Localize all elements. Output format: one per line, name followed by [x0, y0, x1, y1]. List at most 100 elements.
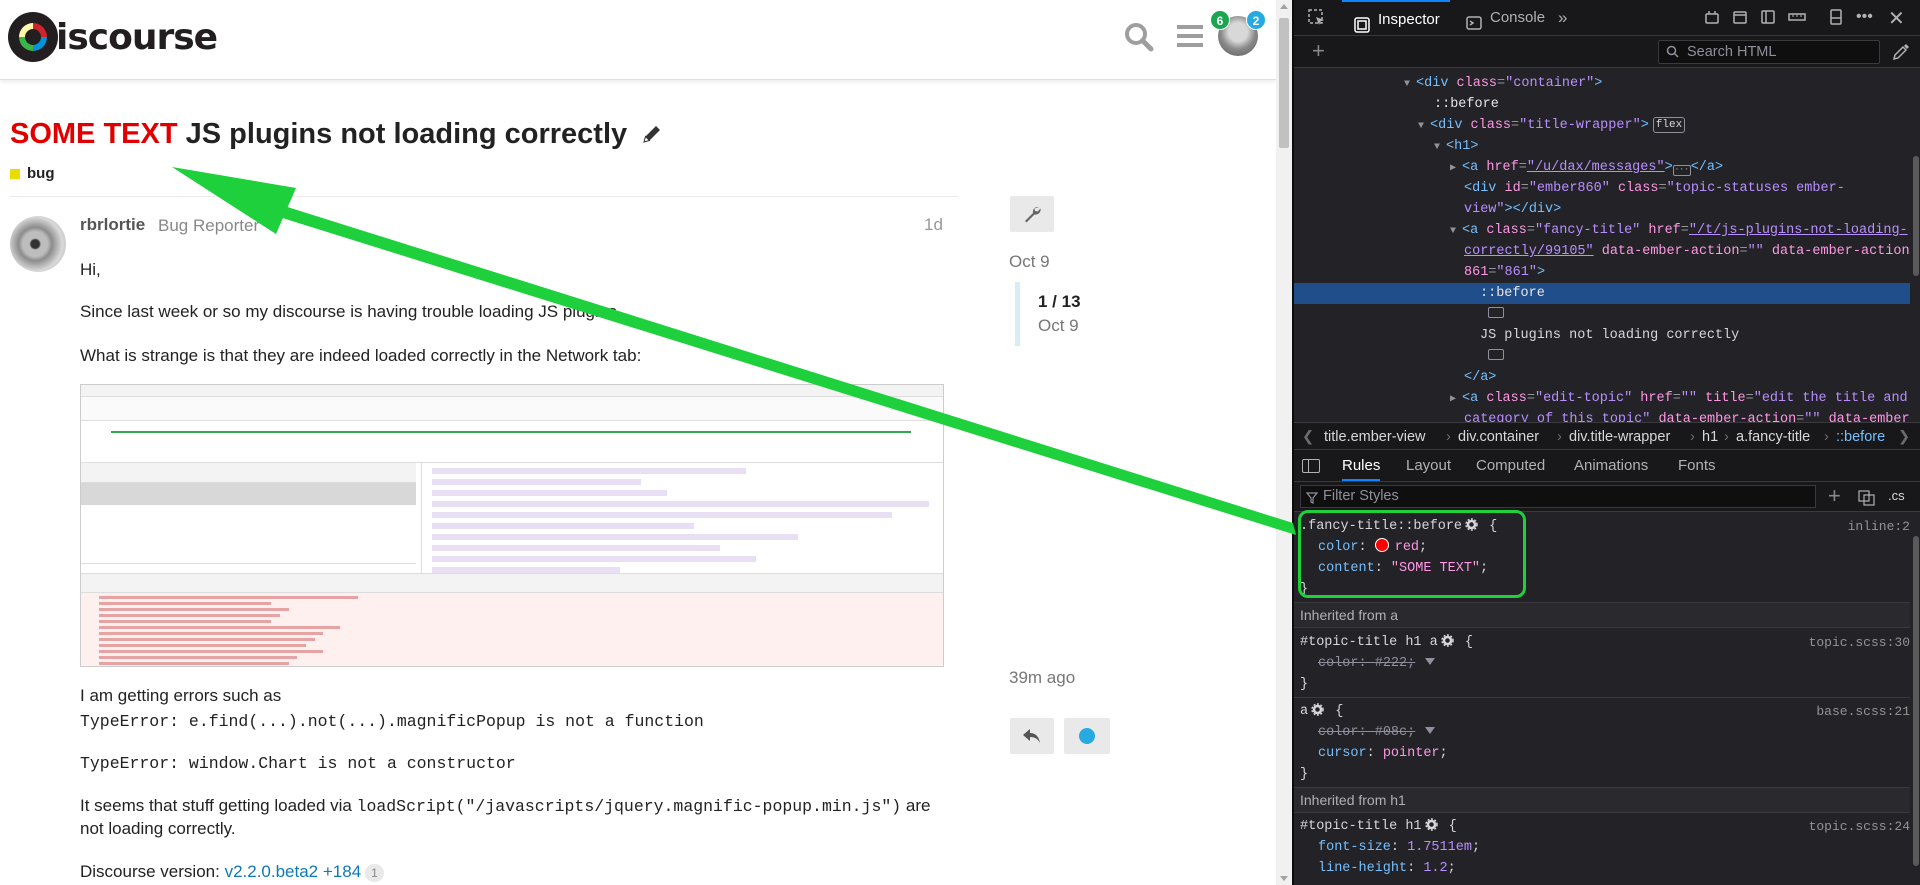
add-rule-icon[interactable]: +: [1828, 483, 1841, 509]
color-swatch-icon[interactable]: [1374, 538, 1389, 552]
rule-selector[interactable]: a {base.scss:21: [1294, 701, 1910, 722]
markup-node[interactable]: ▼ <a class="fancy-title" href="/t/js-plu…: [1294, 220, 1910, 241]
tab-rules[interactable]: Rules: [1342, 450, 1381, 481]
page-scrollbar[interactable]: [1276, 0, 1292, 885]
breadcrumb-item[interactable]: a.fancy-title: [1736, 423, 1810, 451]
screenshot-icon[interactable]: [1732, 9, 1748, 29]
tab-console[interactable]: Console: [1454, 0, 1555, 36]
notifications-badge[interactable]: 6: [1210, 10, 1230, 30]
breadcrumb-separator: ›: [1824, 429, 1829, 445]
whitespace-node[interactable]: [1294, 346, 1910, 367]
tab-computed[interactable]: Computed: [1476, 450, 1545, 482]
rule-declaration[interactable]: color: red;: [1294, 537, 1910, 558]
markup-text-node[interactable]: JS plugins not loading correctly: [1294, 325, 1910, 346]
breadcrumb-item[interactable]: title.ember-view: [1324, 423, 1426, 451]
collapsed-ellipsis[interactable]: ···: [1672, 165, 1691, 176]
rule-declaration[interactable]: line-height: 1.2;: [1294, 858, 1910, 879]
rule-source-link[interactable]: topic.scss:24: [1809, 816, 1910, 837]
tab-layout[interactable]: Layout: [1406, 450, 1451, 482]
pseudo-class-toggle-icon[interactable]: [1858, 490, 1876, 510]
rule-source-link[interactable]: topic.scss:30: [1809, 632, 1910, 653]
pencil-icon[interactable]: [641, 120, 663, 153]
breadcrumb-separator: ›: [1690, 429, 1695, 445]
eyedropper-icon[interactable]: [1892, 43, 1910, 65]
rules-scrollbar[interactable]: [1910, 512, 1920, 885]
post-age[interactable]: 1d: [924, 215, 943, 235]
markup-node-continuation[interactable]: category of this topic" data-ember-actio…: [1294, 409, 1910, 422]
rule-selector[interactable]: #topic-title h1 {topic.scss:24: [1294, 816, 1910, 837]
markup-node[interactable]: ▼ <div class="container">: [1294, 73, 1910, 94]
measure-icon[interactable]: [1788, 9, 1806, 29]
gear-icon[interactable]: [1465, 518, 1478, 539]
tab-fonts[interactable]: Fonts: [1678, 450, 1716, 482]
breadcrumb-item[interactable]: div.container: [1458, 423, 1539, 451]
topic-title[interactable]: SOME TEXT JS plugins not loading correct…: [10, 118, 663, 153]
gear-icon[interactable]: [1311, 703, 1324, 724]
markup-node[interactable]: ▶ <a href="/u/dax/messages"> ··· </a>: [1294, 157, 1910, 178]
hamburger-menu-icon[interactable]: [1176, 22, 1204, 55]
add-node-icon[interactable]: +: [1312, 38, 1325, 64]
breadcrumb-item-current[interactable]: ::before: [1836, 423, 1885, 451]
rule-source-link[interactable]: inline:2: [1848, 516, 1910, 537]
admin-wrench-button[interactable]: [1010, 196, 1054, 232]
markup-pseudo-node[interactable]: ::before: [1294, 94, 1910, 115]
topic-title-text[interactable]: JS plugins not loading correctly: [186, 118, 628, 150]
markup-node[interactable]: <div id="ember860" class="topic-statuses…: [1294, 178, 1910, 199]
class-toggle-button[interactable]: .cs: [1888, 488, 1905, 503]
rule-declaration-overridden[interactable]: color: #08c;: [1294, 722, 1910, 743]
rule-declaration[interactable]: font-size: 1.7511em;: [1294, 837, 1910, 858]
timeline-end-date[interactable]: 39m ago: [1009, 668, 1075, 688]
version-link[interactable]: v2.2.0.beta2 +184: [225, 862, 362, 881]
chevron-right-icon[interactable]: ❯: [1898, 423, 1910, 451]
timeline-start-date[interactable]: Oct 9: [1009, 252, 1050, 272]
tab-inspector[interactable]: Inspector: [1342, 0, 1450, 36]
breadcrumb-item[interactable]: h1: [1702, 423, 1718, 451]
markup-node-continuation[interactable]: 861="861">: [1294, 262, 1910, 283]
category-badge[interactable]: bug: [10, 165, 55, 182]
post-username[interactable]: rbrlortie: [80, 215, 145, 235]
toggle-pane-icon[interactable]: [1302, 459, 1320, 473]
whitespace-node[interactable]: [1294, 304, 1910, 325]
search-icon[interactable]: [1124, 22, 1154, 57]
rule-selector[interactable]: .fancy-title::before {inline:2: [1294, 516, 1910, 537]
embedded-devtools-screenshot[interactable]: [80, 384, 944, 667]
breadcrumb-item[interactable]: div.title-wrapper: [1569, 423, 1670, 451]
rule-declaration[interactable]: content: "SOME TEXT";: [1294, 558, 1910, 579]
settings-panel-icon[interactable]: [1760, 9, 1776, 29]
filter-funnel-icon[interactable]: [1425, 658, 1436, 665]
tab-animations[interactable]: Animations: [1574, 450, 1648, 482]
search-html-input[interactable]: Search HTML: [1658, 40, 1880, 64]
timeline-scroll-handle[interactable]: [1015, 282, 1020, 346]
discourse-logo[interactable]: iscourse: [8, 12, 218, 62]
filter-funnel-icon[interactable]: [1425, 727, 1436, 734]
post-author-avatar[interactable]: [10, 216, 66, 272]
markup-pseudo-node-selected[interactable]: ::before: [1294, 283, 1910, 304]
gear-icon[interactable]: [1424, 818, 1438, 839]
rule-declaration[interactable]: cursor: pointer;: [1294, 743, 1910, 764]
gear-icon[interactable]: [1440, 634, 1454, 655]
rule-declaration-overridden[interactable]: color: #222;: [1294, 653, 1910, 674]
filter-styles-input[interactable]: Filter Styles: [1300, 485, 1816, 508]
markup-node-continuation[interactable]: correctly/99105" data-ember-action="" da…: [1294, 241, 1910, 262]
element-picker-icon[interactable]: [1308, 9, 1326, 31]
markup-node[interactable]: ▼ <h1>: [1294, 136, 1910, 157]
markup-node-continuation[interactable]: view"></div>: [1294, 199, 1910, 220]
responsive-design-icon[interactable]: [1704, 9, 1720, 29]
messages-badge[interactable]: 2: [1246, 10, 1266, 30]
rule-selector[interactable]: #topic-title h1 a {topic.scss:30: [1294, 632, 1910, 653]
reply-button[interactable]: [1010, 718, 1054, 754]
markup-close-tag[interactable]: </a>: [1294, 367, 1910, 388]
markup-tree[interactable]: ▼ <div class="container"> ::before ▼ <di…: [1294, 68, 1910, 422]
chevron-left-icon[interactable]: ❮: [1302, 423, 1314, 451]
notification-level-button[interactable]: [1064, 718, 1110, 754]
close-icon[interactable]: ✕: [1888, 6, 1905, 31]
rule-source-link[interactable]: base.scss:21: [1816, 701, 1910, 722]
dock-side-icon[interactable]: [1828, 9, 1844, 29]
markup-scrollbar[interactable]: [1910, 68, 1920, 422]
css-rules-list[interactable]: .fancy-title::before {inline:2 color: re…: [1294, 512, 1910, 885]
markup-node[interactable]: ▼ <div class="title-wrapper"> flex: [1294, 115, 1910, 136]
more-options-icon[interactable]: •••: [1856, 8, 1873, 26]
more-tabs-icon[interactable]: »: [1558, 0, 1567, 36]
flex-badge[interactable]: flex: [1652, 117, 1686, 133]
markup-node[interactable]: ▶ <a class="edit-topic" href="" title="e…: [1294, 388, 1910, 409]
